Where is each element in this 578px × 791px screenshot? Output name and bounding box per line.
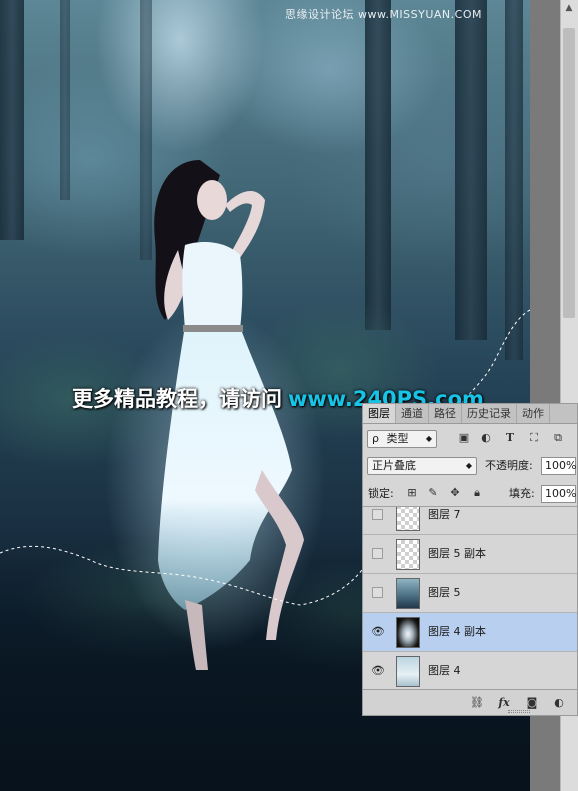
layer-thumbnail bbox=[396, 617, 420, 648]
tab-channels[interactable]: 通道 bbox=[396, 404, 429, 423]
tab-history[interactable]: 历史记录 bbox=[462, 404, 517, 423]
scroll-up-arrow-icon[interactable]: ▲ bbox=[560, 0, 578, 16]
fx-icon[interactable]: fx bbox=[497, 696, 511, 710]
layer-kind-filter[interactable]: ρ 类型 ◆ bbox=[367, 430, 437, 448]
blend-row: 正片叠底 ◆ 不透明度: 100% bbox=[363, 455, 577, 477]
image-filter-icon[interactable]: ▣ bbox=[457, 431, 471, 445]
tab-paths[interactable]: 路径 bbox=[429, 404, 462, 423]
eye-icon[interactable]: 👁︎ bbox=[371, 664, 385, 677]
shape-filter-icon[interactable]: ⛶ bbox=[527, 431, 541, 445]
promo-text: 更多精品教程，请访问 bbox=[72, 387, 282, 411]
lock-label: 锁定: bbox=[368, 487, 394, 500]
opacity-input[interactable]: 100% bbox=[541, 457, 576, 475]
lock-row: 锁定: ⊞ ✎ ✥ 🔒︎ 填充: 100% bbox=[363, 484, 577, 506]
link-layers-icon[interactable]: ⛓ bbox=[470, 696, 484, 710]
layer-row[interactable]: 图层 7 bbox=[363, 507, 577, 535]
lock-transparent-pixels-icon[interactable]: ⊞ bbox=[405, 486, 419, 500]
chevron-updown-icon: ◆ bbox=[425, 434, 432, 443]
lock-all-icon[interactable]: 🔒︎ bbox=[470, 486, 484, 500]
visibility-toggle[interactable] bbox=[372, 548, 383, 559]
layer-row-selected[interactable]: 👁︎ 图层 4 副本 bbox=[363, 613, 577, 652]
tab-layers[interactable]: 图层 bbox=[363, 404, 396, 423]
layer-name: 图层 5 副本 bbox=[428, 547, 486, 560]
layers-panel: 图层 通道 路径 历史记录 动作 ρ 类型 ◆ ▣ ◐ T ⛶ ⧉ 正片叠底 ◆… bbox=[362, 403, 578, 716]
eye-icon[interactable]: 👁︎ bbox=[371, 625, 385, 638]
fill-input[interactable]: 100% bbox=[541, 485, 576, 503]
layer-name: 图层 7 bbox=[428, 508, 461, 521]
lock-position-icon[interactable]: ✥ bbox=[448, 486, 462, 500]
layers-list[interactable]: 图层 7 图层 5 副本 图层 5 👁︎ 图层 4 副本 👁︎ 图层 4 bbox=[363, 506, 577, 690]
chevron-updown-icon: ◆ bbox=[465, 461, 472, 470]
layer-thumbnail bbox=[396, 507, 420, 531]
layer-thumbnail bbox=[396, 656, 420, 687]
layer-name: 图层 4 bbox=[428, 664, 461, 677]
layer-row[interactable]: 图层 5 副本 bbox=[363, 535, 577, 574]
site-watermark: 思缘设计论坛 www.MISSYUAN.COM bbox=[284, 8, 482, 21]
smart-object-filter-icon[interactable]: ⧉ bbox=[551, 431, 565, 445]
layer-name: 图层 5 bbox=[428, 586, 461, 599]
layer-thumbnail bbox=[396, 578, 420, 609]
resize-grip[interactable] bbox=[508, 710, 530, 713]
search-icon: ρ bbox=[372, 432, 379, 445]
adjustment-filter-icon[interactable]: ◐ bbox=[479, 431, 493, 445]
type-filter-icon[interactable]: T bbox=[503, 431, 517, 445]
add-mask-icon[interactable]: ◙ bbox=[525, 696, 539, 710]
filter-kind-label: 类型 bbox=[386, 432, 409, 445]
visibility-toggle[interactable] bbox=[372, 587, 383, 598]
visibility-toggle[interactable] bbox=[372, 509, 383, 520]
layer-row[interactable]: 图层 5 bbox=[363, 574, 577, 613]
layer-thumbnail bbox=[396, 539, 420, 570]
filter-row: ρ 类型 ◆ ▣ ◐ T ⛶ ⧉ bbox=[363, 428, 577, 450]
layer-row[interactable]: 👁︎ 图层 4 bbox=[363, 652, 577, 690]
opacity-label: 不透明度: bbox=[485, 459, 533, 472]
panel-footer: ⛓ fx ◙ ◐ bbox=[363, 689, 577, 715]
blend-mode-value: 正片叠底 bbox=[372, 459, 416, 472]
layer-name: 图层 4 副本 bbox=[428, 625, 486, 638]
blend-mode-select[interactable]: 正片叠底 ◆ bbox=[367, 457, 477, 475]
adjustment-layer-icon[interactable]: ◐ bbox=[552, 696, 566, 710]
scrollbar-thumb[interactable] bbox=[563, 28, 575, 318]
tab-actions[interactable]: 动作 bbox=[517, 404, 550, 423]
lock-image-pixels-icon[interactable]: ✎ bbox=[426, 486, 440, 500]
panel-tabs: 图层 通道 路径 历史记录 动作 bbox=[363, 404, 577, 424]
fill-label: 填充: bbox=[509, 487, 535, 500]
